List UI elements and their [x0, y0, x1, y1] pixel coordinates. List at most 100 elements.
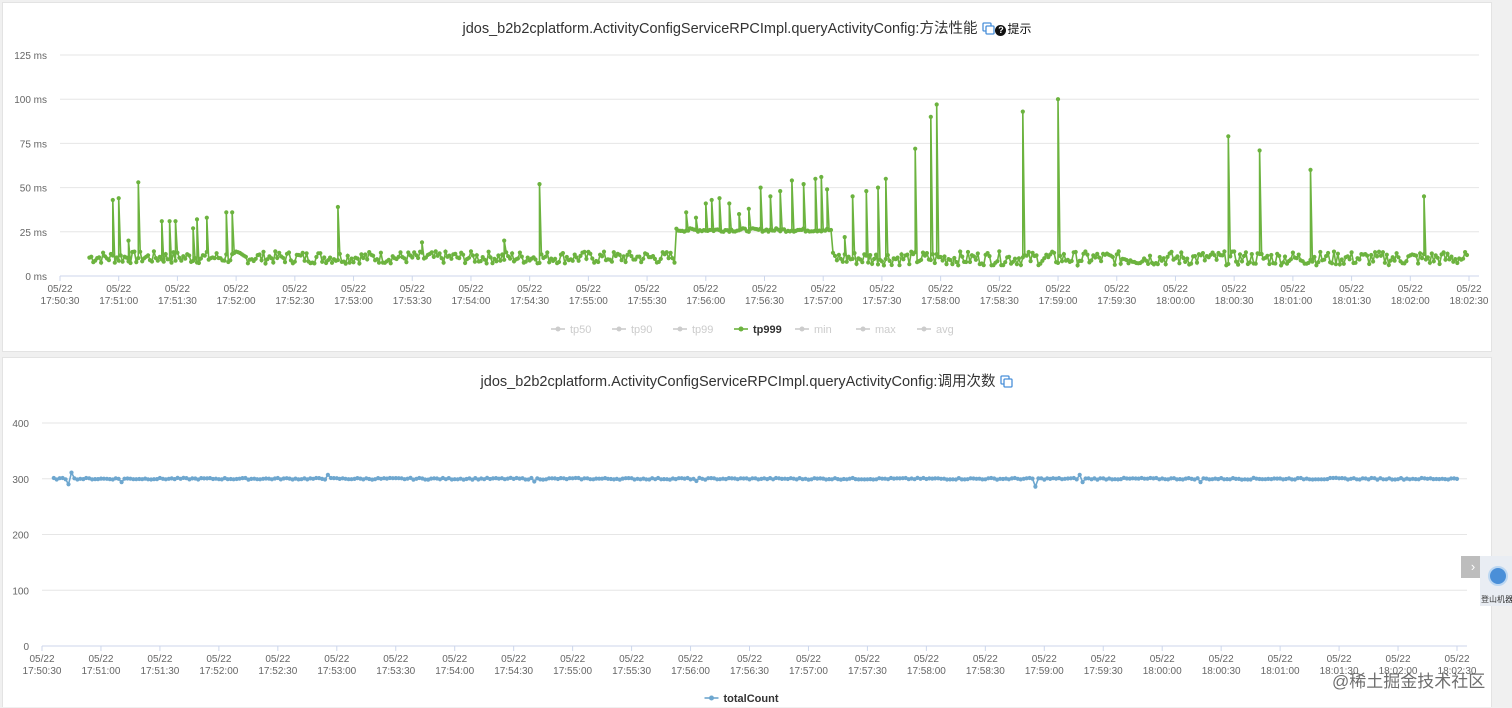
- x-tick-time: 17:58:30: [966, 666, 1005, 677]
- data-point: [161, 259, 166, 264]
- data-point: [120, 259, 125, 264]
- legend-item-tp999[interactable]: tp999: [734, 324, 782, 336]
- legend-item-avg[interactable]: avg: [917, 324, 954, 336]
- data-point: [224, 252, 229, 257]
- side-widget[interactable]: 登山机器: [1480, 556, 1512, 606]
- data-point: [834, 258, 840, 263]
- data-point: [950, 262, 955, 267]
- data-point: [1077, 472, 1082, 477]
- x-tick-date: 05/22: [1280, 284, 1305, 295]
- data-point: [850, 256, 855, 261]
- data-point: [601, 249, 607, 254]
- data-point: [337, 251, 342, 256]
- legend-item-totalCount[interactable]: totalCount: [704, 693, 779, 705]
- data-point: [1239, 259, 1245, 264]
- data-point: [204, 249, 209, 254]
- data-point: [1277, 253, 1282, 258]
- data-point: [562, 261, 568, 266]
- data-point: [335, 257, 340, 263]
- data-point: [263, 261, 268, 266]
- data-point: [1347, 257, 1352, 262]
- data-point: [973, 257, 979, 262]
- data-point: [1093, 255, 1098, 260]
- x-tick-time: 17:52:30: [275, 296, 314, 307]
- data-point: [533, 257, 538, 262]
- data-point: [1449, 254, 1454, 259]
- legend-label: tp99: [692, 324, 713, 336]
- x-tick-time: 17:56:30: [730, 666, 769, 677]
- data-point: [1016, 256, 1022, 261]
- data-point: [329, 260, 335, 265]
- data-point: [523, 259, 528, 264]
- legend-item-max[interactable]: max: [856, 324, 896, 336]
- data-point: [928, 257, 933, 263]
- legend-item-min[interactable]: min: [795, 324, 832, 336]
- x-tick-date: 05/22: [282, 284, 307, 295]
- x-tick-date: 05/22: [106, 284, 131, 295]
- robot-icon: [1488, 566, 1508, 586]
- legend-marker: [738, 326, 744, 332]
- data-point: [1033, 484, 1038, 489]
- data-point: [875, 185, 881, 190]
- data-point: [1296, 252, 1301, 257]
- legend-item-tp99[interactable]: tp99: [673, 324, 713, 336]
- x-tick-time: 17:54:30: [510, 296, 549, 307]
- data-point: [913, 250, 918, 255]
- legend-item-tp90[interactable]: tp90: [612, 324, 652, 336]
- data-point: [905, 252, 910, 257]
- watermark: @稀土掘金技术社区: [1332, 672, 1486, 691]
- data-point: [897, 263, 902, 268]
- data-point: [987, 254, 992, 259]
- data-point: [167, 219, 172, 224]
- data-point: [664, 250, 669, 255]
- data-point: [842, 235, 847, 240]
- data-point: [1425, 255, 1430, 260]
- data-point: [1030, 476, 1035, 481]
- data-point: [1318, 249, 1323, 255]
- data-point: [1335, 251, 1340, 256]
- legend-marker: [555, 326, 561, 332]
- side-widget-label: 登山机器: [1481, 595, 1512, 604]
- data-point: [617, 252, 622, 257]
- x-tick-time: 18:00:00: [1156, 296, 1195, 307]
- data-point: [151, 249, 156, 254]
- data-point: [449, 256, 454, 261]
- data-point: [889, 262, 894, 268]
- x-tick-time: 17:54:30: [494, 666, 533, 677]
- x-tick-time: 17:53:00: [317, 666, 356, 677]
- x-tick-time: 17:51:30: [158, 296, 197, 307]
- data-point: [192, 256, 198, 261]
- data-point: [1116, 249, 1121, 254]
- data-point: [529, 475, 534, 481]
- data-point: [758, 185, 763, 190]
- data-point: [948, 257, 953, 263]
- data-point: [376, 260, 382, 265]
- x-tick-time: 17:55:00: [553, 666, 592, 677]
- data-point: [836, 252, 842, 257]
- data-point: [112, 260, 117, 265]
- data-point: [1214, 257, 1219, 262]
- data-point: [1421, 252, 1427, 257]
- data-point: [981, 263, 986, 268]
- data-point: [964, 259, 969, 265]
- data-point: [717, 196, 722, 201]
- data-point: [967, 259, 973, 265]
- x-tick-date: 05/22: [1163, 284, 1188, 295]
- data-point: [995, 259, 1000, 264]
- data-point: [576, 258, 581, 263]
- legend-item-tp50[interactable]: tp50: [551, 324, 591, 336]
- data-point: [1012, 256, 1018, 261]
- x-tick-time: 17:59:30: [1097, 296, 1136, 307]
- x-tick-time: 18:00:30: [1202, 666, 1241, 677]
- data-point: [975, 251, 980, 256]
- x-tick-time: 17:59:30: [1084, 666, 1123, 677]
- data-point: [619, 258, 624, 263]
- x-tick-date: 05/22: [1398, 284, 1423, 295]
- x-tick-date: 05/22: [383, 654, 408, 665]
- data-point: [1179, 250, 1184, 255]
- data-point: [1386, 262, 1391, 268]
- x-tick-time: 17:59:00: [1025, 666, 1064, 677]
- data-point: [1329, 261, 1335, 266]
- data-point: [997, 249, 1002, 254]
- x-tick-date: 05/22: [576, 284, 601, 295]
